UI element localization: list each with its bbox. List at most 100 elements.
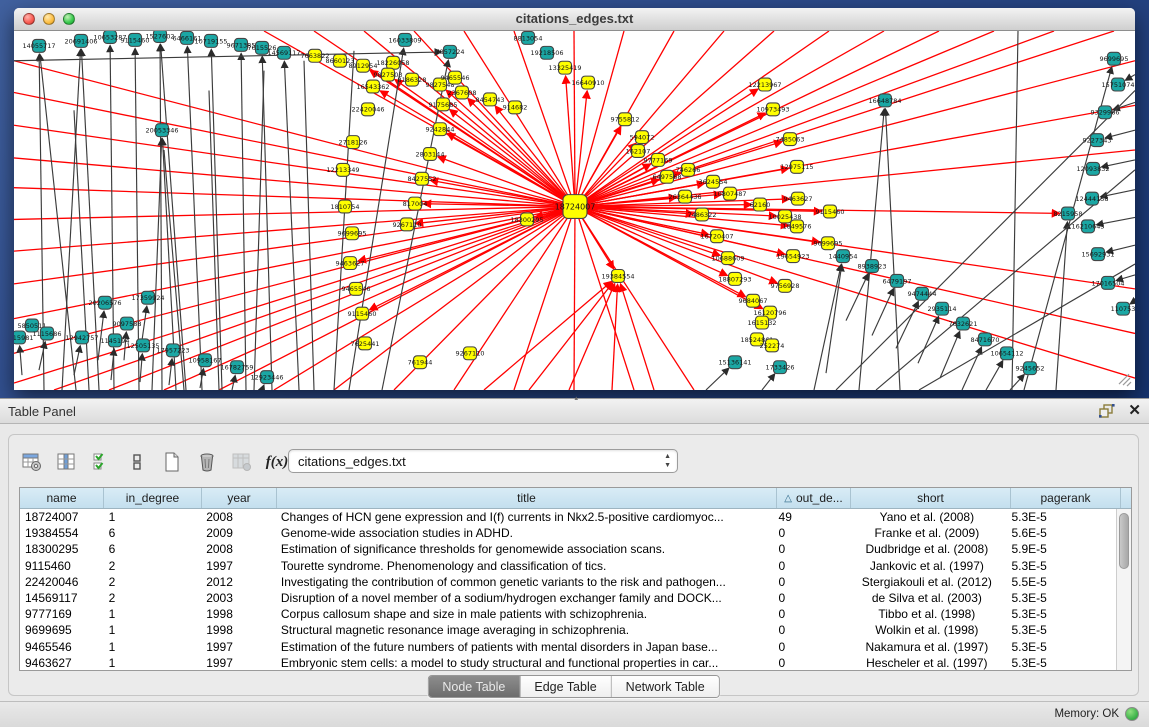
tab-network-table[interactable]: Network Table [612,676,719,697]
graph-node[interactable]: 10973493 [756,103,789,116]
graph-node[interactable]: 12444158 [1075,192,1108,205]
import-table-button[interactable] [229,449,255,475]
graph-node[interactable]: 13325419 [548,61,581,74]
column-header-pagerank[interactable]: pagerank [1011,488,1121,508]
graph-node[interactable]: 16782759 [220,361,253,374]
graph-node[interactable]: 10719155 [194,34,227,47]
graph-edge[interactable] [569,284,614,390]
graph-node[interactable]: 19218506 [530,46,563,59]
tab-node-table[interactable]: Node Table [428,676,520,697]
graph-node[interactable]: 12975115 [780,160,813,173]
graph-node[interactable]: 3624554 [699,175,728,188]
column-visibility-button[interactable] [54,449,80,475]
graph-edge[interactable] [1130,301,1135,304]
graph-node[interactable]: 7485063 [776,133,805,146]
graph-edge[interactable] [464,31,575,207]
graph-edge[interactable] [14,61,575,207]
graph-edge[interactable] [187,47,202,390]
graph-edge[interactable] [1126,75,1135,80]
graph-node[interactable]: 9115460 [348,307,377,320]
graph-node[interactable]: 9175685 [429,98,458,111]
graph-node[interactable]: 7857224 [436,45,465,58]
graph-node[interactable]: 8938923 [858,260,887,273]
table-mode-button[interactable] [19,449,45,475]
graph-node[interactable]: 1527602 [146,31,175,42]
graph-node[interactable]: 22420046 [351,103,384,116]
scrollbar-thumb[interactable] [1119,513,1129,569]
graph-node[interactable]: 12213967 [748,78,781,91]
graph-node[interactable]: 9465546 [342,282,371,295]
graph-edge[interactable] [566,77,575,207]
graph-node[interactable]: 594072 [630,131,655,144]
graph-node[interactable]: 9684067 [739,294,768,307]
graph-node[interactable]: 9474444 [908,287,937,300]
graph-node[interactable]: 9227343 [1083,134,1112,147]
network-graph-svg[interactable]: 1872400714055717206914061065328791154601… [14,31,1135,390]
close-panel-icon[interactable]: ✕ [1128,403,1141,419]
graph-node[interactable]: 20053346 [145,124,178,137]
table-row[interactable]: 2242004622012Investigating the contribut… [20,574,1116,590]
table-row[interactable]: 946362711997Embryonic stem cells: a mode… [20,655,1116,670]
graph-edge[interactable] [241,54,246,390]
column-header-in_degree[interactable]: in_degree [104,488,202,508]
graph-node[interactable]: 8454743 [476,93,505,106]
graph-edge[interactable] [762,374,774,390]
function-builder-button[interactable]: f(x) [264,449,290,475]
graph-node[interactable]: 7625441 [351,337,380,350]
window-titlebar[interactable]: citations_edges.txt [14,8,1135,31]
graph-edge[interactable] [284,62,299,390]
table-row[interactable]: 911546021997Tourette syndrome. Phenomeno… [20,558,1116,574]
table-row[interactable]: 1938455462009Genome-wide association stu… [20,525,1116,541]
graph-node[interactable]: 12923446 [250,371,283,384]
graph-node[interactable]: 16210643 [1071,220,1104,233]
graph-node[interactable]: 14055717 [22,39,55,52]
network-canvas[interactable]: 1872400714055717206914061065328791154601… [14,31,1135,390]
vertical-scrollbar[interactable] [1116,509,1131,670]
graph-edge[interactable] [450,110,575,207]
graph-edge[interactable] [262,57,272,390]
graph-edge[interactable] [254,71,264,390]
create-column-button[interactable] [159,449,185,475]
graph-node[interactable]: 1733426 [766,361,795,374]
graph-node[interactable]: 9267110 [456,347,485,360]
graph-node[interactable]: 9756928 [771,279,800,292]
table-row[interactable]: 1456911722003Disruption of a novel membe… [20,590,1116,606]
graph-node[interactable]: 3915981 [14,331,33,344]
graph-node[interactable]: 2803144 [416,148,445,161]
graph-edge[interactable] [349,49,404,390]
table-select-combobox[interactable]: citations_edges.txt ▲▼ [288,449,678,473]
graph-node[interactable]: 9699695 [338,227,367,240]
graph-node[interactable]: 16033809 [388,33,421,46]
graph-edge[interactable] [169,359,172,385]
column-header-title[interactable]: title [277,488,777,508]
graph-edge[interactable] [575,61,1135,207]
graph-edge[interactable] [74,346,80,375]
graph-node[interactable]: 16543362 [356,80,389,93]
row-options-button[interactable] [124,449,150,475]
graph-edge[interactable] [940,332,960,378]
graph-node[interactable]: 10807487 [713,187,746,200]
graph-edge[interactable] [872,289,893,335]
graph-node[interactable]: 15136141 [718,356,751,369]
graph-edge[interactable] [262,385,264,390]
graph-node[interactable]: 10654112 [990,347,1023,360]
graph-edge[interactable] [986,361,1003,390]
graph-node[interactable]: 817004 [403,197,428,210]
graph-node[interactable]: 2935114 [928,302,957,315]
graph-edge[interactable] [846,274,868,320]
graph-node[interactable]: 761944 [408,356,433,369]
table-row[interactable]: 1872400712008Changes of HCN gene express… [20,509,1116,525]
graph-node[interactable]: 18300295 [510,213,543,226]
graph-node[interactable]: 10958167 [188,354,221,367]
delete-column-button[interactable] [194,449,220,475]
graph-edge[interactable] [885,109,900,390]
graph-node[interactable]: 15692931 [1081,248,1114,261]
graph-node[interactable]: 18807293 [718,272,751,285]
graph-node[interactable]: 14569117 [267,46,300,59]
graph-edge[interactable] [962,348,981,390]
graph-edge[interactable] [304,61,314,390]
graph-node[interactable]: 16640910 [571,76,604,89]
column-header-year[interactable]: year [202,488,277,508]
memory-ok-icon[interactable] [1125,707,1139,721]
graph-edge[interactable] [859,109,884,390]
